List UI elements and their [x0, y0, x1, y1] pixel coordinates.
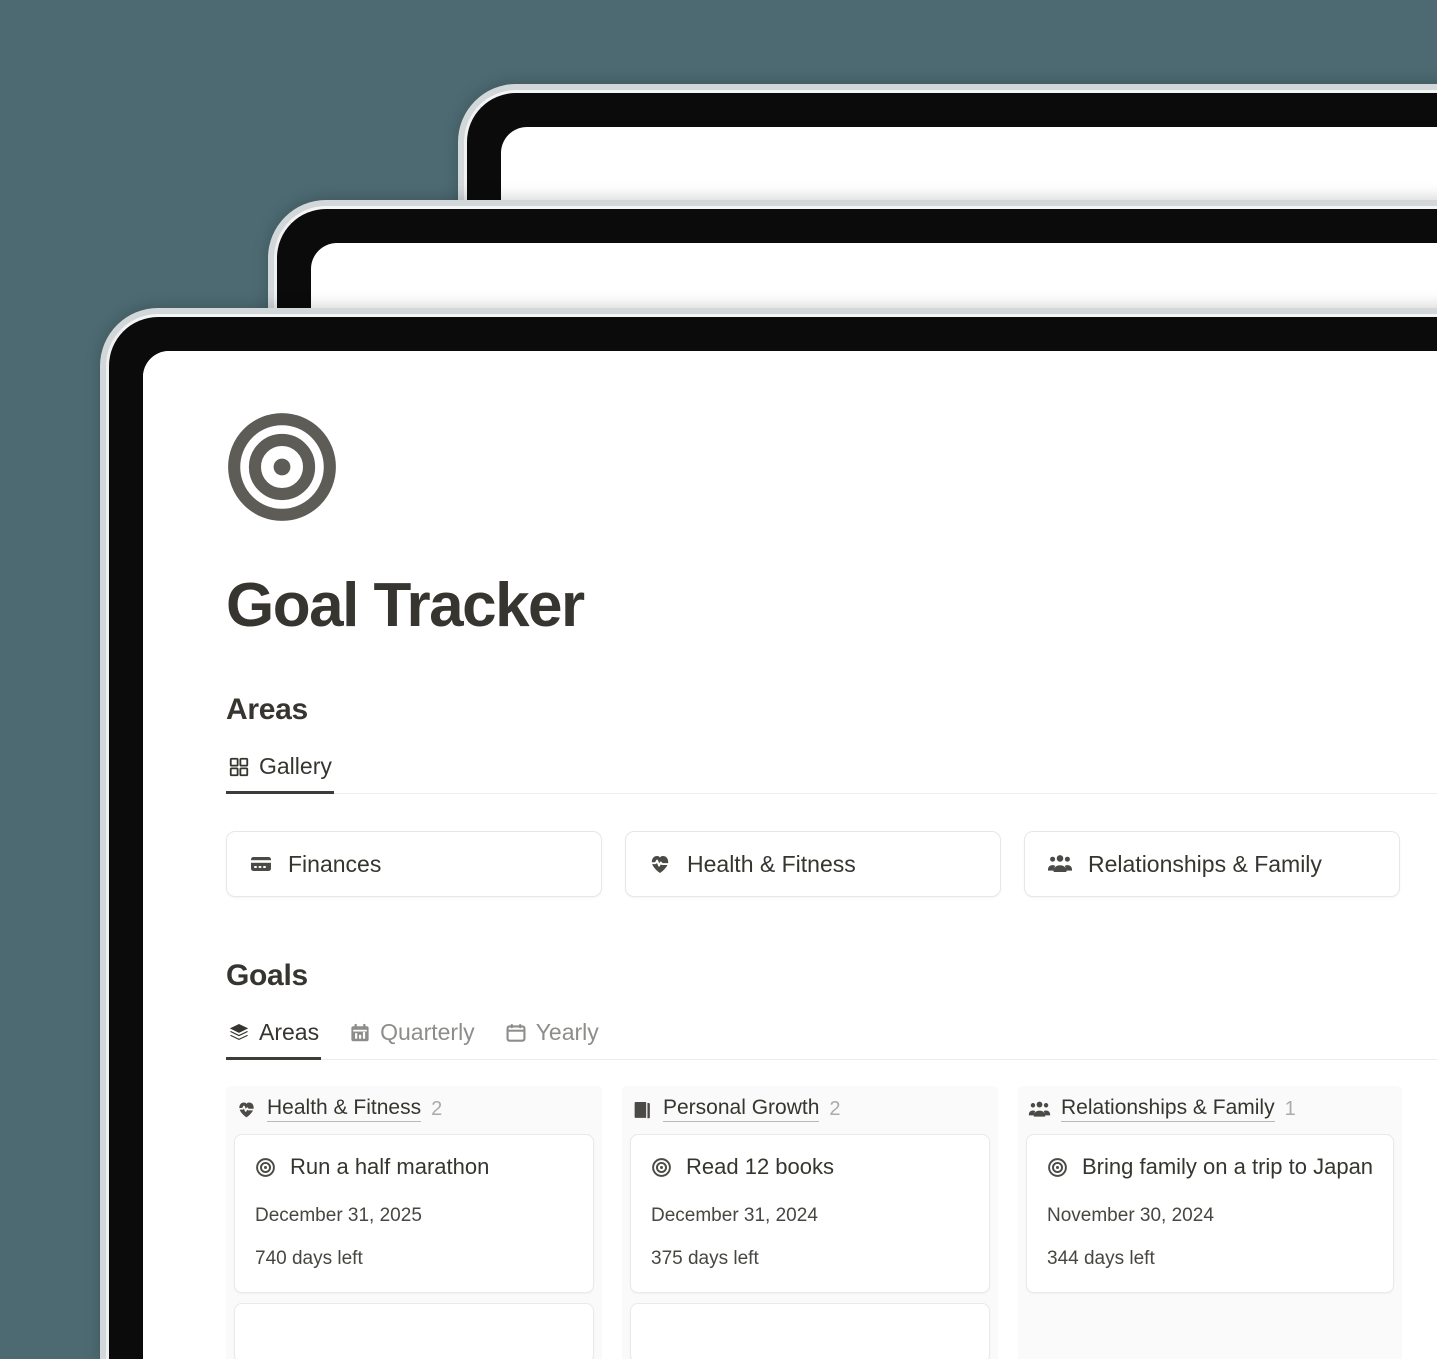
area-card-finances[interactable]: Finances: [226, 831, 602, 897]
goal-group-relationships-family: Relationships & Family 1 Bring family on…: [1018, 1086, 1403, 1359]
goal-card-next[interactable]: [234, 1303, 594, 1359]
target-icon: [226, 411, 1437, 523]
layers-icon: [228, 1022, 250, 1044]
area-card-relationships-family[interactable]: Relationships & Family: [1024, 831, 1400, 897]
tab-yearly[interactable]: Yearly: [503, 1013, 601, 1060]
goal-card[interactable]: Bring family on a trip to Japan November…: [1026, 1134, 1395, 1293]
goal-card-title-row: Read 12 books: [651, 1154, 969, 1180]
goal-group-header[interactable]: Health & Fitness 2: [226, 1086, 602, 1134]
device-stack: Goal Tracker Areas Gallery Finances Heal…: [0, 0, 1437, 1359]
target-icon: [651, 1157, 672, 1178]
goal-card[interactable]: Run a half marathon December 31, 2025 74…: [234, 1134, 594, 1293]
heart-pulse-icon: [648, 852, 672, 876]
target-icon: [255, 1157, 276, 1178]
heart-pulse-icon: [236, 1099, 257, 1120]
page-title: Goal Tracker: [226, 571, 585, 640]
grid-icon: [228, 756, 250, 778]
book-icon: [632, 1099, 653, 1120]
goal-card-list: Read 12 books December 31, 2024 375 days…: [622, 1134, 998, 1359]
areas-tabbar: Gallery: [226, 747, 1437, 794]
goal-groups: Health & Fitness 2 Run a half marathon D…: [226, 1086, 1437, 1359]
target-icon: [1047, 1157, 1068, 1178]
area-card-label: Health & Fitness: [687, 850, 856, 877]
tab-quarterly-label: Quarterly: [380, 1019, 475, 1045]
goal-card-list: Bring family on a trip to Japan November…: [1018, 1134, 1402, 1301]
goal-card-date: December 31, 2025: [255, 1205, 422, 1226]
device-screen-front: Goal Tracker Areas Gallery Finances Heal…: [143, 351, 1437, 1359]
goal-tracker-page: Goal Tracker Areas Gallery Finances Heal…: [143, 351, 1437, 1359]
device-frame-front: Goal Tracker Areas Gallery Finances Heal…: [100, 308, 1437, 1359]
goal-group-count: 2: [829, 1097, 841, 1120]
goal-card-days-left: 375 days left: [651, 1248, 759, 1269]
goal-group-header[interactable]: Relationships & Family 1: [1018, 1086, 1402, 1134]
goal-card-date: November 30, 2024: [1047, 1205, 1214, 1226]
goal-group-name: Relationships & Family: [1061, 1096, 1275, 1122]
goal-group-personal-growth: Personal Growth 2 Read 12 books December…: [622, 1086, 998, 1359]
goal-card-title: Bring family on a trip to Japan: [1082, 1154, 1374, 1179]
goal-group-name: Health & Fitness: [267, 1096, 422, 1122]
area-card-label: Finances: [288, 850, 382, 877]
tab-gallery-label: Gallery: [259, 753, 332, 779]
goal-card[interactable]: Read 12 books December 31, 2024 375 days…: [630, 1134, 990, 1293]
goal-card-date: December 31, 2024: [651, 1205, 818, 1226]
goals-heading: Goals: [226, 959, 308, 992]
goal-card-next[interactable]: [630, 1303, 990, 1359]
tab-quarterly[interactable]: Quarterly: [347, 1013, 477, 1060]
goal-card-days-left: 344 days left: [1047, 1248, 1155, 1269]
goal-group-header[interactable]: Personal Growth 2: [622, 1086, 998, 1134]
device-bezel-front: Goal Tracker Areas Gallery Finances Heal…: [106, 314, 1437, 1359]
goal-card-title-row: Bring family on a trip to Japan: [1047, 1154, 1373, 1180]
goal-group-name: Personal Growth: [663, 1096, 820, 1122]
people-icon: [1028, 1098, 1051, 1121]
tab-areas-label: Areas: [259, 1019, 320, 1045]
goal-card-title: Read 12 books: [686, 1154, 834, 1179]
goals-tabbar: Areas Quarterly Yearly: [226, 1013, 1437, 1060]
tab-gallery[interactable]: Gallery: [226, 747, 334, 794]
goal-card-days-left: 740 days left: [255, 1248, 363, 1269]
people-icon: [1047, 851, 1073, 877]
tab-yearly-label: Yearly: [535, 1019, 599, 1045]
goal-group-count: 2: [431, 1097, 443, 1120]
calendar-icon: [505, 1022, 527, 1044]
goal-group-health-fitness: Health & Fitness 2 Run a half marathon D…: [226, 1086, 602, 1359]
calendar-chart-icon: [349, 1022, 371, 1044]
goal-card-title-row: Run a half marathon: [255, 1154, 573, 1180]
area-card-label: Relationships & Family: [1088, 850, 1322, 877]
areas-card-row: Finances Health & Fitness Relationships …: [226, 831, 1437, 897]
area-card-health-fitness[interactable]: Health & Fitness: [625, 831, 1001, 897]
goal-card-title: Run a half marathon: [290, 1154, 490, 1179]
goal-group-count: 1: [1284, 1097, 1296, 1120]
tab-areas[interactable]: Areas: [226, 1013, 322, 1060]
goal-card-list: Run a half marathon December 31, 2025 74…: [226, 1134, 602, 1359]
areas-heading: Areas: [226, 693, 308, 726]
credit-card-icon: [249, 852, 273, 876]
